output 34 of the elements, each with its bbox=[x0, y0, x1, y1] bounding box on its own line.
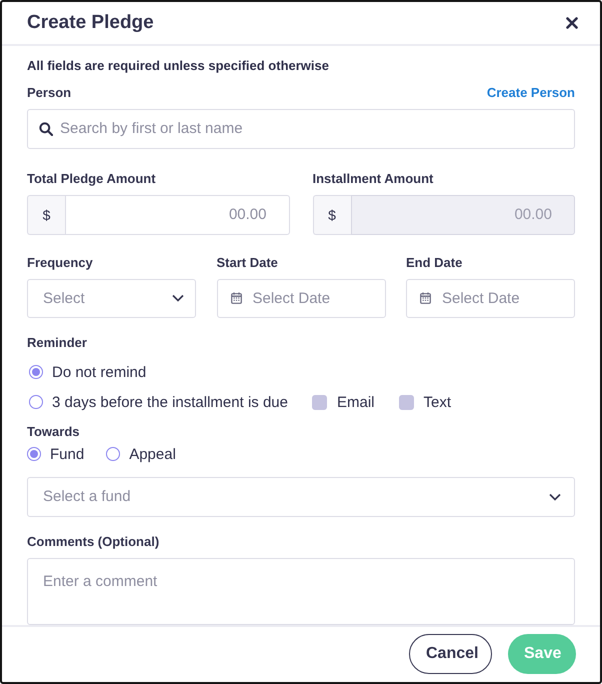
create-person-link[interactable]: Create Person bbox=[486, 84, 575, 100]
field-label: Start Date bbox=[216, 254, 279, 270]
chevron-down-icon bbox=[172, 294, 184, 302]
search-icon bbox=[39, 122, 53, 136]
amount-field[interactable]: 00.00 bbox=[65, 194, 290, 235]
date-field[interactable]: Select Date bbox=[216, 278, 386, 318]
dropdown[interactable]: Select bbox=[27, 278, 196, 318]
search-field[interactable]: Search by first or last name bbox=[27, 108, 575, 149]
radio-button[interactable] bbox=[29, 395, 43, 410]
currency-prefix: $ bbox=[27, 194, 65, 235]
radio-label[interactable]: Do not remind bbox=[52, 364, 146, 381]
field-label: Total Pledge Amount bbox=[27, 170, 157, 186]
field-label: Installment Amount bbox=[312, 170, 434, 186]
chevron-down-icon bbox=[549, 492, 561, 501]
cancel-button[interactable]: Cancel bbox=[409, 634, 492, 674]
radio-option[interactable]: Fund bbox=[27, 446, 84, 463]
date-field[interactable]: Select Date bbox=[406, 278, 575, 318]
section-label: Reminder bbox=[27, 334, 88, 350]
radio-button[interactable] bbox=[29, 365, 43, 380]
dialog-title: Create Pledge bbox=[27, 12, 154, 34]
radio-label[interactable]: 3 days before the installment is due bbox=[52, 394, 288, 411]
comment-field[interactable]: Enter a comment bbox=[27, 558, 575, 625]
field-label: Comments (Optional) bbox=[27, 534, 160, 549]
calendar-icon bbox=[230, 292, 242, 304]
instruction-text: All fields are required unless specified otherwise bbox=[27, 58, 330, 73]
field-label: End Date bbox=[406, 254, 464, 270]
field-label: Person bbox=[27, 84, 72, 100]
fund-dropdown[interactable]: Select a fund bbox=[27, 476, 575, 517]
radio-option[interactable]: Appeal bbox=[106, 446, 176, 463]
close-icon[interactable] bbox=[566, 16, 578, 29]
calendar-icon bbox=[420, 292, 431, 304]
field-label: Frequency bbox=[27, 254, 94, 270]
currency-prefix: $ bbox=[312, 194, 350, 235]
section-label: Towards bbox=[27, 424, 80, 439]
